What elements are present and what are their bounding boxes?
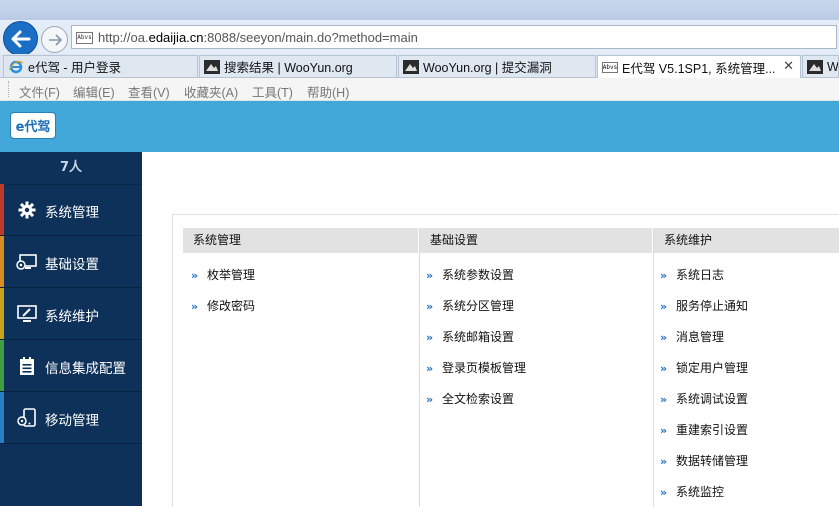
tab-wooyun-extra[interactable]: W [802, 55, 839, 77]
sidebar-item-label: 移动管理 [45, 413, 99, 429]
double-chevron-icon: » [660, 455, 668, 468]
sidebar: 7人 系统管理 基础设置 系统维护 信息集成配置 移动管理 [0, 152, 142, 506]
wooyun-icon [204, 59, 220, 74]
column-system-management: 系统管理 » 枚举管理 » 修改密码 [183, 215, 419, 507]
sidebar-item-system-management[interactable]: 系统管理 [0, 184, 142, 236]
menu-edit[interactable]: 编辑(E) [73, 82, 115, 101]
double-chevron-icon: » [426, 393, 434, 406]
tab-submit-bug[interactable]: WooYun.org | 提交漏洞 [398, 55, 596, 77]
ie-icon [8, 60, 24, 74]
nav-accent [0, 184, 4, 235]
edaijia-logo[interactable]: e代驾 [10, 112, 56, 139]
sidebar-item-label: 信息集成配置 [45, 361, 126, 377]
column-header: 基础设置 [420, 228, 653, 253]
double-chevron-icon: » [426, 362, 434, 375]
close-tab-icon[interactable]: ✕ [783, 58, 794, 74]
arrow-left-icon [11, 30, 30, 47]
tab-login[interactable]: e代驾 - 用户登录 [3, 55, 198, 77]
online-user-count[interactable]: 7人 [0, 152, 142, 185]
link-locked-users[interactable]: » 锁定用户管理 [660, 359, 748, 376]
window-title-bar [0, 0, 839, 20]
column-header: 系统管理 [183, 228, 419, 253]
monitor-settings-icon [16, 252, 38, 272]
menu-tools[interactable]: 工具(T) [252, 82, 293, 101]
link-message-management[interactable]: » 消息管理 [660, 328, 724, 345]
forward-button[interactable] [41, 26, 68, 53]
link-system-monitor[interactable]: » 系统监控 [660, 483, 724, 500]
nav-accent [0, 236, 4, 287]
link-change-password[interactable]: » 修改密码 [191, 297, 255, 314]
monitor-edit-icon [16, 304, 38, 324]
column-system-maintenance: 系统维护 » 系统日志 » 服务停止通知 » 消息管理 » 锁定用户管理 » 系统调试设置… [654, 215, 839, 507]
double-chevron-icon: » [660, 269, 668, 282]
address-row: Abvs http://oa.edaijia.cn:8088/seeyon/ma… [0, 20, 839, 56]
wooyun-icon [403, 59, 419, 74]
back-button[interactable] [3, 21, 38, 56]
tab-strip: e代驾 - 用户登录 搜索结果 | WooYun.org WooYun.org … [0, 54, 839, 78]
double-chevron-icon: » [191, 300, 199, 313]
url-text[interactable]: http://oa.edaijia.cn:8088/seeyon/main.do… [98, 30, 418, 45]
double-chevron-icon: » [660, 331, 668, 344]
double-chevron-icon: » [426, 300, 434, 313]
nav-accent [0, 288, 4, 339]
link-enum-management[interactable]: » 枚举管理 [191, 266, 255, 283]
link-debug-settings[interactable]: » 系统调试设置 [660, 390, 748, 407]
link-system-log[interactable]: » 系统日志 [660, 266, 724, 283]
gear-icon [16, 200, 38, 220]
nav-accent [0, 340, 4, 391]
link-system-params[interactable]: » 系统参数设置 [426, 266, 514, 283]
double-chevron-icon: » [660, 486, 668, 499]
link-rebuild-index[interactable]: » 重建索引设置 [660, 421, 748, 438]
double-chevron-icon: » [191, 269, 199, 282]
nav-accent [0, 392, 4, 443]
sidebar-item-integration-config[interactable]: 信息集成配置 [0, 340, 142, 392]
sidebar-item-label: 系统维护 [45, 309, 99, 325]
double-chevron-icon: » [660, 300, 668, 313]
sidebar-item-label: 基础设置 [45, 257, 99, 273]
link-data-dump[interactable]: » 数据转储管理 [660, 452, 748, 469]
menu-bar: 文件(F) 编辑(E) 查看(V) 收藏夹(A) 工具(T) 帮助(H) [0, 78, 839, 101]
menu-view[interactable]: 查看(V) [128, 82, 170, 101]
tab-system-admin[interactable]: Abvs E代驾 V5.1SP1, 系统管理... ✕ [597, 55, 801, 78]
link-partition-management[interactable]: » 系统分区管理 [426, 297, 514, 314]
app-header: e代驾 [0, 101, 839, 152]
sidebar-item-system-maintenance[interactable]: 系统维护 [0, 288, 142, 340]
menu-help[interactable]: 帮助(H) [307, 82, 349, 101]
mobile-icon [16, 408, 38, 428]
sidebar-item-basic-settings[interactable]: 基础设置 [0, 236, 142, 288]
seeyon-icon: Abvs [602, 61, 618, 73]
main-content: 系统管理 » 枚举管理 » 修改密码 基础设置 » 系统参数设置 » 系统分区管理 » 系… [142, 152, 839, 507]
menu-file[interactable]: 文件(F) [19, 82, 60, 101]
sidebar-item-label: 系统管理 [45, 205, 99, 221]
link-fulltext-search[interactable]: » 全文检索设置 [426, 390, 514, 407]
list-icon [16, 356, 38, 376]
admin-panel: 系统管理 » 枚举管理 » 修改密码 基础设置 » 系统参数设置 » 系统分区管理 » 系… [172, 214, 839, 507]
menu-favorites[interactable]: 收藏夹(A) [184, 82, 238, 101]
wooyun-icon [807, 59, 823, 74]
sidebar-item-mobile-management[interactable]: 移动管理 [0, 392, 142, 444]
double-chevron-icon: » [660, 362, 668, 375]
link-login-template[interactable]: » 登录页模板管理 [426, 359, 526, 376]
double-chevron-icon: » [426, 331, 434, 344]
arrow-right-icon [48, 33, 62, 46]
link-service-stop-notice[interactable]: » 服务停止通知 [660, 297, 748, 314]
tab-search-results[interactable]: 搜索结果 | WooYun.org [199, 55, 397, 77]
double-chevron-icon: » [660, 393, 668, 406]
menu-grip [8, 81, 11, 97]
double-chevron-icon: » [426, 269, 434, 282]
link-mail-settings[interactable]: » 系统邮箱设置 [426, 328, 514, 345]
double-chevron-icon: » [660, 424, 668, 437]
column-basic-settings: 基础设置 » 系统参数设置 » 系统分区管理 » 系统邮箱设置 » 登录页模板管理 » 全… [420, 215, 653, 507]
address-bar[interactable]: Abvs http://oa.edaijia.cn:8088/seeyon/ma… [71, 25, 837, 49]
column-header: 系统维护 [654, 228, 839, 253]
site-favicon: Abvs [76, 32, 93, 44]
